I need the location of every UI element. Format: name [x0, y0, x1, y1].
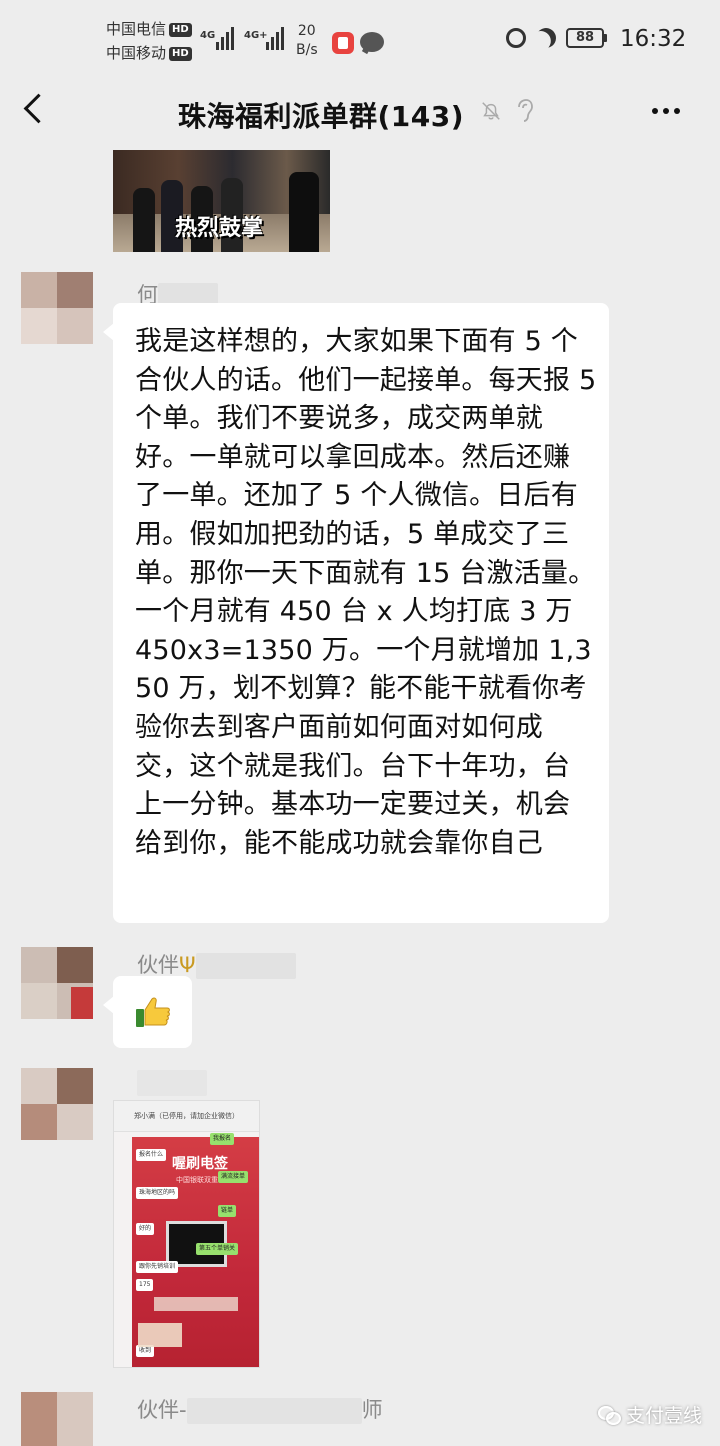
screenshot-brand: 喔刷电签 — [172, 1156, 228, 1172]
sticker-caption: 热烈鼓掌 — [175, 216, 264, 241]
avatar[interactable] — [21, 1392, 93, 1446]
carrier-2-name: 中国移动 — [106, 44, 167, 62]
message-bubble[interactable] — [103, 976, 192, 1048]
more-options-icon[interactable] — [652, 108, 680, 114]
battery-icon: 88 — [566, 28, 607, 48]
watermark-text: 支付壹线 — [626, 1405, 703, 1427]
chat-chip: 链单 — [218, 1205, 237, 1217]
message-bubble[interactable]: 我是这样想的，大家如果下面有 5 个合伙人的话。他们一起接单。每天报 5 个单。… — [103, 303, 609, 923]
chat-chip: 好的 — [136, 1223, 155, 1235]
chat-chip: 我报名 — [210, 1133, 235, 1145]
avatar[interactable] — [21, 272, 93, 344]
carrier-1: 中国电信 HD — [106, 19, 192, 39]
hd-badge-2: HD — [169, 47, 192, 61]
earpiece-icon — [518, 99, 533, 122]
carrier-1-name: 中国电信 — [106, 20, 167, 38]
sender-name-prefix: 伙伴- — [137, 1398, 187, 1422]
screenshot-sub: 中国银联双重 — [176, 1176, 218, 1184]
sender-name: 伙伴Ψ — [137, 949, 296, 979]
screenshot-image[interactable]: 郑小满（已停用，请加企业微信） 喔刷电签 中国银联双重 报名什么 珠海地区的吗 … — [113, 1100, 260, 1368]
screenshot-header: 郑小满（已停用，请加企业微信） — [114, 1101, 259, 1132]
sender-name-text: 伙伴 — [137, 953, 179, 977]
net-speed-value: 20 — [297, 23, 316, 39]
chat-header: 珠海福利派单群(143) — [0, 80, 720, 146]
chat-chip: 跟你先销培训 — [136, 1261, 179, 1273]
hd-badge-1: HD — [169, 23, 192, 37]
chat-chip: 175 — [136, 1279, 154, 1291]
mute-bell-icon — [482, 102, 500, 120]
blurred-name — [186, 1398, 362, 1424]
sender-name-suffix: 师 — [361, 1398, 383, 1422]
moon-icon — [532, 24, 559, 51]
sender-name: 伙伴- 师 — [137, 1394, 383, 1424]
net-speed: 20 B/s — [296, 22, 318, 60]
sender-name — [137, 1070, 207, 1096]
blurred-patch — [138, 1323, 182, 1347]
clock: 16:32 — [620, 26, 687, 52]
avatar[interactable] — [21, 947, 93, 1019]
chat-chip: 第五个单销关 — [196, 1243, 239, 1255]
carrier-2: 中国移动 HD — [106, 43, 192, 63]
chat-chip: 满流接单 — [218, 1171, 249, 1183]
chat-chip: 报名什么 — [136, 1149, 167, 1161]
status-bar: 中国电信 HD 中国移动 HD 4G 4G+ 20 B/s 88 16:32 — [0, 0, 720, 80]
notes-app-icon — [332, 32, 354, 54]
back-icon[interactable] — [23, 93, 54, 124]
thumbs-up-icon — [136, 997, 170, 1027]
watermark: 支付壹线 — [598, 1401, 702, 1428]
network-type-2: 4G+ — [244, 30, 268, 41]
avatar[interactable] — [21, 1068, 93, 1140]
sticker-image[interactable]: 热烈鼓掌 — [113, 150, 330, 252]
chat-title: 珠海福利派单群(143) — [178, 100, 465, 133]
wechat-logo-icon — [598, 1405, 621, 1425]
blurred-patch — [154, 1297, 238, 1311]
signal-icon-2 — [266, 24, 284, 50]
signal-icon-1 — [216, 24, 234, 50]
net-speed-unit: B/s — [296, 42, 318, 58]
trident-icon: Ψ — [179, 953, 196, 977]
blurred-name — [137, 1070, 207, 1096]
network-type-1: 4G — [200, 30, 216, 41]
system-icons: 88 — [506, 28, 607, 48]
alarm-icon — [506, 28, 526, 48]
chat-chip: 珠海地区的吗 — [136, 1187, 179, 1199]
message-bubble-icon — [360, 32, 384, 52]
message-text: 我是这样想的，大家如果下面有 5 个合伙人的话。他们一起接单。每天报 5 个单。… — [135, 326, 597, 859]
blurred-name — [195, 953, 296, 979]
